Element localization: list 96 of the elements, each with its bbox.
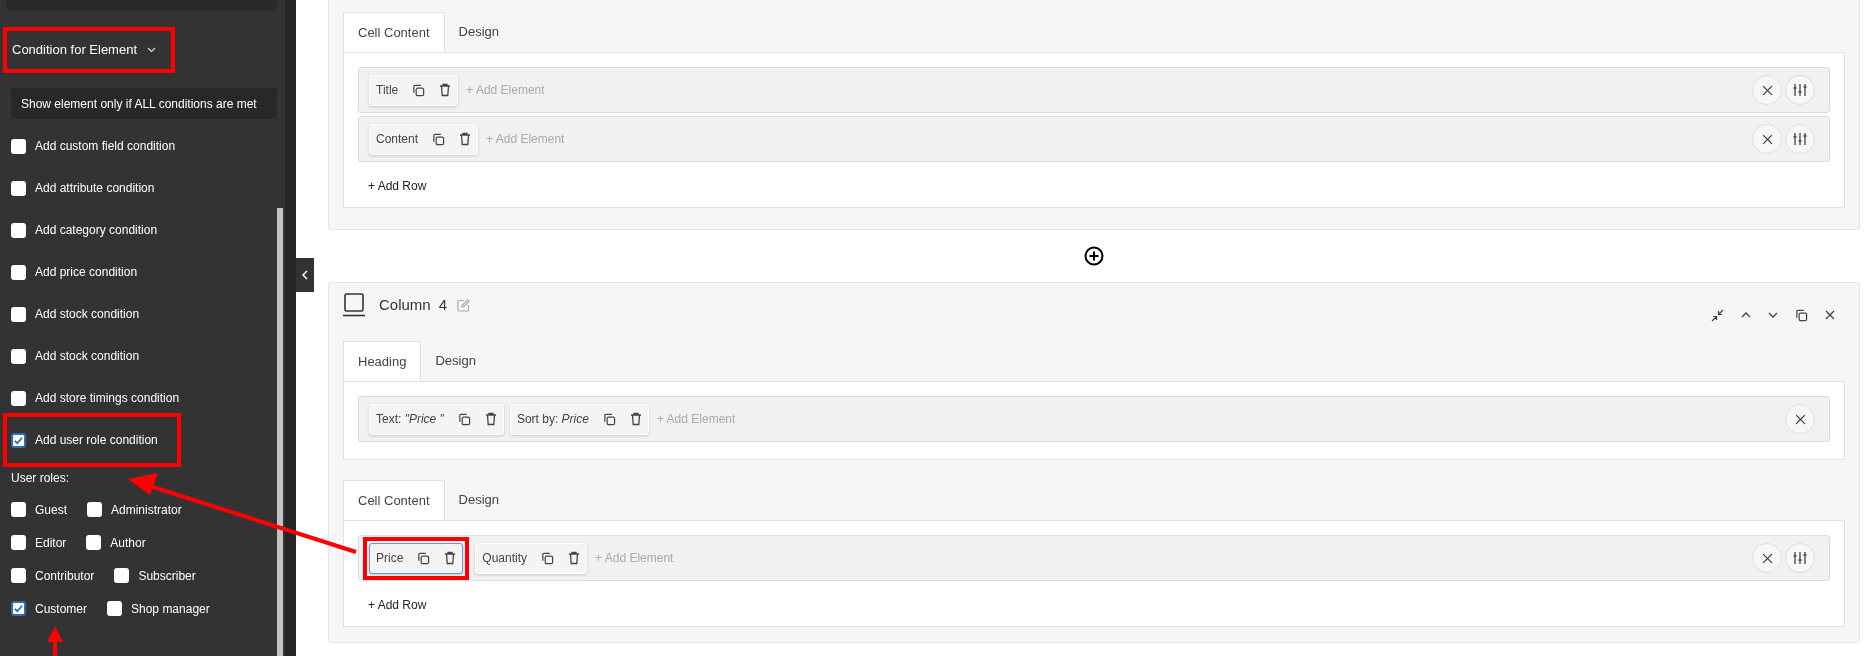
condition-label: Add price condition	[35, 264, 138, 281]
close-button[interactable]	[1752, 75, 1782, 105]
close-button[interactable]	[1785, 404, 1815, 434]
checkbox[interactable]	[11, 180, 26, 196]
checkbox[interactable]	[107, 601, 122, 616]
trash-icon[interactable]	[629, 412, 642, 426]
checkbox[interactable]	[11, 601, 26, 616]
column-icon	[343, 293, 365, 317]
trash-icon[interactable]	[444, 551, 457, 565]
column-title: Column	[379, 294, 431, 315]
sliders-icon	[1793, 132, 1807, 146]
tab[interactable]: Cell Content	[343, 480, 445, 520]
close-icon	[1761, 552, 1773, 564]
role-label: Guest	[35, 501, 67, 519]
tab[interactable]: Cell Content	[343, 12, 445, 52]
sliders-icon	[1793, 83, 1807, 97]
role-label: Subscriber	[138, 567, 196, 585]
checkbox[interactable]	[86, 535, 102, 550]
checkbox[interactable]	[11, 568, 26, 583]
settings-button[interactable]	[1785, 75, 1815, 105]
tab[interactable]: Design	[444, 12, 513, 52]
checkbox[interactable]	[11, 348, 26, 364]
copy-icon[interactable]	[541, 551, 555, 565]
hint-box: Show element only if ALL conditions are met	[11, 88, 277, 119]
close-button[interactable]	[1752, 543, 1782, 573]
condition-label: Add stock condition	[35, 348, 140, 365]
close-icon[interactable]	[1825, 310, 1835, 320]
checkbox[interactable]	[11, 306, 26, 322]
checkbox[interactable]	[11, 432, 26, 448]
annotation-arrow	[47, 626, 63, 656]
element-chip[interactable]: Quantity	[475, 542, 588, 574]
copy-icon[interactable]	[417, 551, 431, 565]
add-row-link[interactable]: + Add Row	[368, 177, 427, 195]
checkbox[interactable]	[114, 568, 130, 583]
element-label: Price	[376, 550, 404, 567]
role-label: Contributor	[35, 567, 95, 585]
chevron-down-icon[interactable]	[1768, 312, 1778, 318]
trash-icon[interactable]	[484, 412, 497, 426]
role-label: Shop manager	[131, 600, 210, 618]
trash-icon[interactable]	[459, 132, 472, 146]
copy-icon[interactable]	[432, 132, 446, 146]
condition-label: Add stock condition	[35, 306, 140, 323]
role-label: Author	[110, 534, 146, 552]
element-label: Quantity	[482, 550, 528, 567]
close-icon	[1761, 133, 1773, 145]
close-icon	[1794, 413, 1806, 425]
add-row-link[interactable]: + Add Row	[368, 596, 427, 614]
chevron-left-icon	[302, 270, 308, 280]
checkbox[interactable]	[11, 138, 26, 154]
checkbox[interactable]	[11, 535, 26, 550]
element-chip[interactable]: Content	[369, 123, 479, 155]
element-label: Text: "Price "	[376, 411, 444, 428]
column-number: 4	[438, 294, 448, 315]
condition-label: Add store timings condition	[35, 390, 180, 407]
element-chip[interactable]: Sort by: Price	[509, 403, 649, 435]
condition-label: Add category condition	[35, 222, 158, 239]
tab[interactable]: Design	[421, 341, 490, 381]
copy-icon[interactable]	[457, 412, 471, 426]
checkbox[interactable]	[11, 222, 26, 238]
condition-header[interactable]: Condition for Element	[7, 31, 161, 69]
collapse-button[interactable]	[296, 258, 314, 292]
roles-label: User roles:	[10, 470, 70, 487]
element-chip[interactable]: Price	[369, 542, 464, 574]
sliders-icon	[1793, 551, 1807, 565]
tab[interactable]: Heading	[343, 341, 422, 381]
checkbox[interactable]	[11, 502, 26, 517]
copy-icon[interactable]	[1795, 308, 1808, 322]
tab[interactable]: Design	[444, 480, 513, 520]
element-chip[interactable]: Title	[369, 74, 459, 106]
check-icon	[13, 434, 24, 446]
role-label: Editor	[35, 534, 67, 552]
condition-label: Add user role condition	[35, 432, 158, 449]
element-label: Sort by: Price	[516, 411, 589, 428]
collapse-icon[interactable]	[1711, 308, 1724, 322]
condition-label: Add attribute condition	[35, 180, 155, 197]
copy-icon[interactable]	[412, 83, 426, 97]
chevron-down-icon	[147, 47, 156, 53]
chevron-up-icon[interactable]	[1741, 312, 1751, 318]
checkbox[interactable]	[11, 264, 26, 280]
close-button[interactable]	[1752, 124, 1782, 154]
copy-icon[interactable]	[602, 412, 616, 426]
checkbox[interactable]	[87, 502, 102, 517]
element-label: Content	[376, 131, 419, 148]
role-label: Administrator	[111, 501, 182, 519]
element-label: Title	[376, 82, 399, 99]
check-icon	[13, 603, 24, 614]
trash-icon[interactable]	[439, 83, 452, 97]
condition-label: Add custom field condition	[35, 138, 176, 155]
add-circle-icon[interactable]	[1084, 246, 1104, 266]
settings-button[interactable]	[1785, 543, 1815, 573]
settings-button[interactable]	[1785, 124, 1815, 154]
role-label: Customer	[35, 600, 87, 618]
checkbox[interactable]	[11, 390, 26, 406]
close-icon	[1761, 84, 1773, 96]
element-chip[interactable]: Text: "Price "	[369, 403, 504, 435]
trash-icon[interactable]	[568, 551, 581, 565]
